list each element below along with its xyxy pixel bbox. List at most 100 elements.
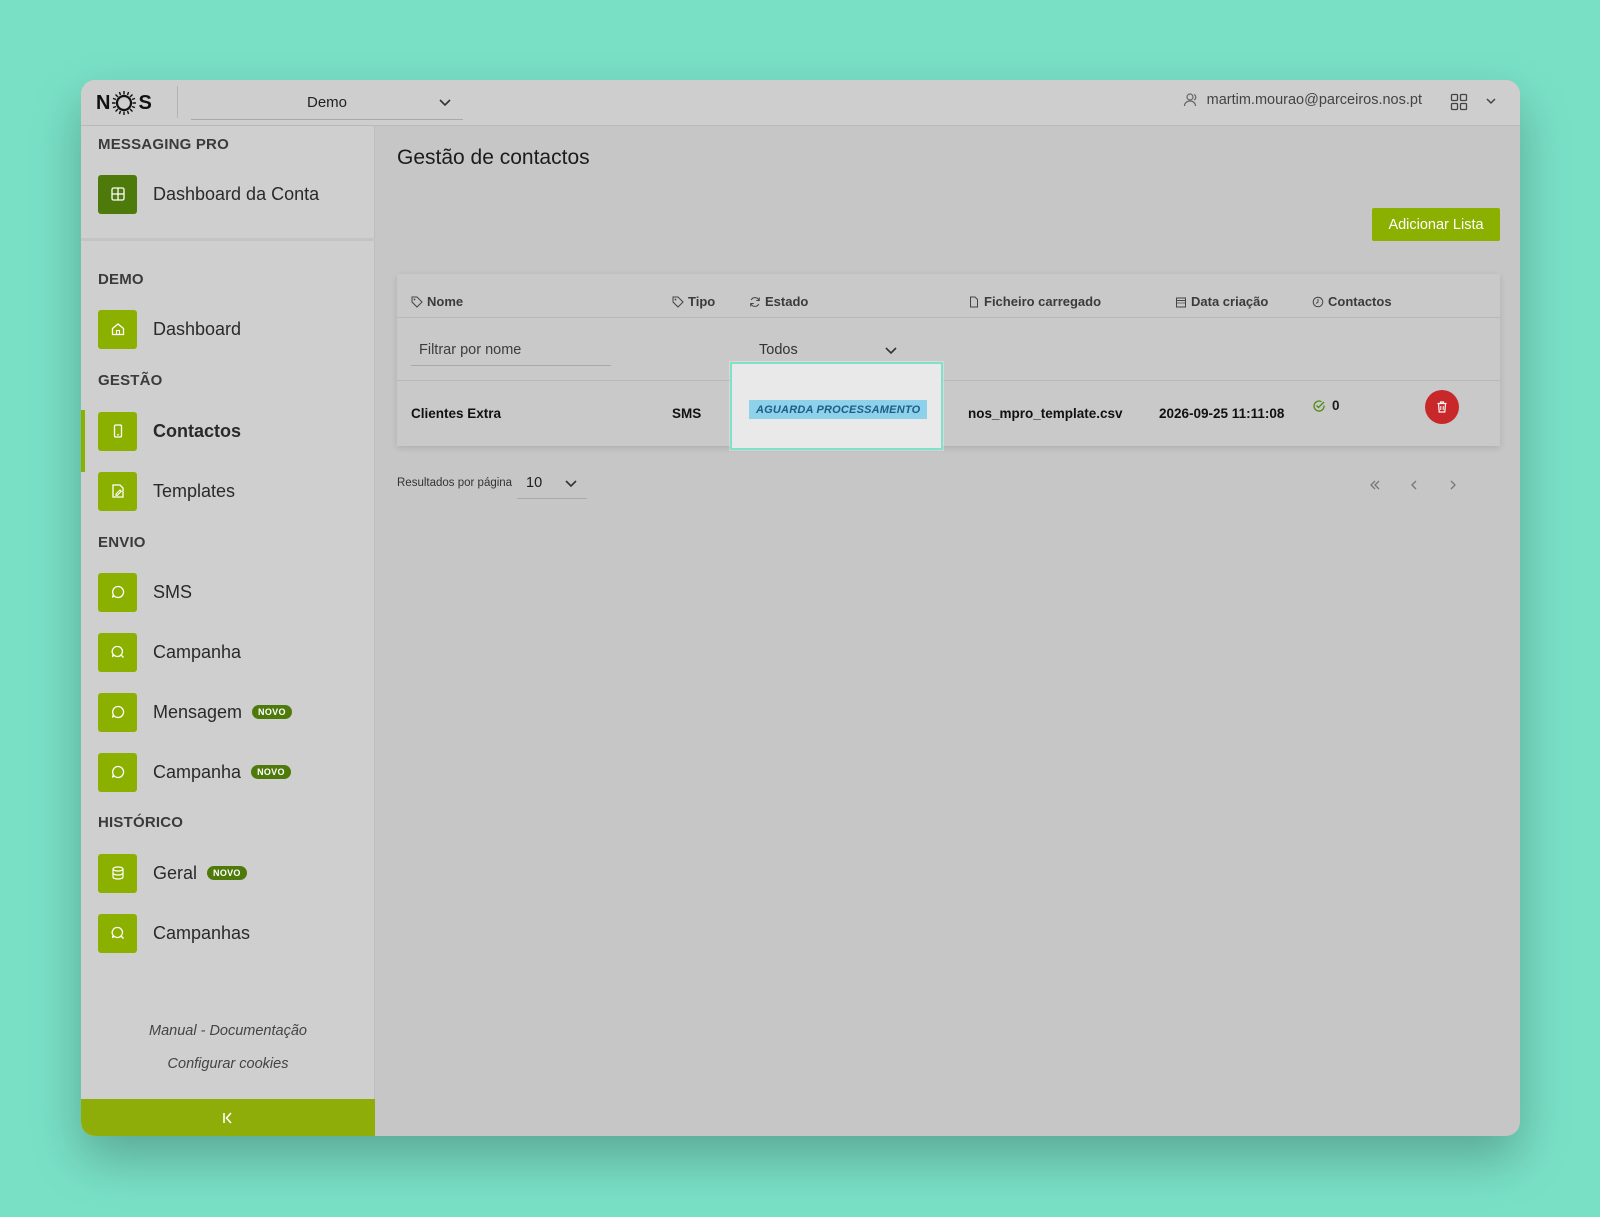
column-header-label: Ficheiro carregado: [984, 294, 1102, 309]
section-title-historico: HISTÓRICO: [98, 814, 184, 831]
logo-letter-n: N: [96, 91, 111, 114]
sidebar-item-contactos[interactable]: Contactos: [98, 411, 241, 451]
section-title-messaging-pro: MESSAGING PRO: [98, 136, 229, 153]
first-page-icon[interactable]: [1366, 476, 1384, 494]
delete-button[interactable]: [1425, 390, 1459, 424]
chevron-down-icon: [439, 99, 451, 107]
column-header-label: Nome: [427, 294, 464, 309]
edit-document-icon: [98, 471, 137, 511]
sidebar: MESSAGING PRO Dashboard da Conta DEMO Da…: [81, 126, 375, 1136]
user-menu[interactable]: martim.mourao@parceiros.nos.pt: [1183, 92, 1422, 108]
sidebar-item-campanha-novo[interactable]: Campanha NOVO: [98, 752, 291, 792]
sidebar-item-label: Dashboard da Conta: [153, 183, 320, 204]
database-icon: [98, 853, 137, 893]
sidebar-item-label: Contactos: [153, 420, 242, 441]
home-icon: [98, 309, 137, 349]
previous-page-icon[interactable]: [1405, 476, 1423, 494]
chevron-down-icon[interactable]: [1484, 94, 1498, 108]
chevron-down-icon: [565, 480, 577, 488]
row-file: nos_mpro_template.csv: [968, 406, 1123, 421]
sidebar-item-templates[interactable]: Templates: [98, 471, 235, 511]
user-icon: [1183, 93, 1196, 107]
sidebar-item-sms[interactable]: SMS: [98, 572, 192, 612]
section-title-envio: ENVIO: [98, 534, 146, 551]
sidebar-item-label: Dashboard: [153, 318, 242, 339]
chevron-down-icon: [885, 347, 897, 355]
status-badge: AGUARDA PROCESSAMENTO: [749, 400, 928, 419]
sidebar-item-mensagem[interactable]: Mensagem NOVO: [98, 692, 292, 732]
apps-grid-icon[interactable]: [1450, 93, 1468, 111]
row-created: 2026-09-25 11:11:08: [1159, 406, 1285, 421]
phone-icon: [98, 411, 137, 451]
sidebar-item-label: Campanha: [153, 761, 242, 782]
sidebar-item-campanha[interactable]: Campanha: [98, 632, 241, 672]
column-header-type[interactable]: Tipo: [672, 294, 715, 309]
section-title-demo: DEMO: [98, 271, 144, 288]
sidebar-item-label: Geral: [153, 862, 198, 883]
new-badge: NOVO: [252, 705, 292, 719]
per-page-value: 10: [526, 474, 543, 491]
next-page-icon[interactable]: [1444, 476, 1462, 494]
app-window: N S Demo martim.mourao@parceiros.nos.pt …: [81, 80, 1520, 1136]
column-header-state[interactable]: Estado: [749, 294, 808, 309]
cookies-link[interactable]: Configurar cookies: [81, 1056, 375, 1072]
calendar-icon: [1176, 297, 1186, 307]
new-badge: NOVO: [251, 765, 291, 779]
column-header-label: Data criação: [1191, 294, 1269, 309]
topbar-divider: [177, 86, 178, 118]
column-header-label: Tipo: [688, 294, 716, 309]
sidebar-item-label: Campanhas: [153, 922, 251, 943]
header-divider: [397, 317, 1500, 318]
row-name: Clientes Extra: [411, 406, 502, 421]
sidebar-item-geral[interactable]: Geral NOVO: [98, 853, 247, 893]
per-page-label: Resultados por página: [397, 477, 513, 489]
manual-link[interactable]: Manual - Documentação: [81, 1023, 375, 1039]
chat-search-icon: [98, 632, 137, 672]
chat-bubble-icon: [98, 752, 137, 792]
sidebar-item-label: Mensagem: [153, 701, 243, 722]
state-filter-value: Todos: [759, 341, 798, 358]
column-header-name[interactable]: Nome: [411, 294, 463, 309]
top-bar: N S Demo martim.mourao@parceiros.nos.pt: [81, 80, 1520, 126]
sidebar-item-label: SMS: [153, 581, 193, 602]
new-badge: NOVO: [207, 866, 247, 880]
grid-icon: [98, 174, 137, 214]
row-contacts: 0: [1312, 398, 1340, 413]
filter-divider: [397, 380, 1500, 381]
active-indicator: [81, 410, 85, 472]
chat-bubble-icon: [98, 572, 137, 612]
logo-sun-icon: [112, 91, 137, 115]
logo-letter-s: S: [138, 91, 152, 114]
filter-name-input[interactable]: [411, 334, 611, 366]
column-header-created[interactable]: Data criação: [1175, 294, 1268, 309]
sidebar-divider: [81, 238, 375, 241]
collapse-sidebar-button[interactable]: [81, 1099, 375, 1136]
add-list-button[interactable]: Adicionar Lista: [1372, 208, 1500, 241]
chat-bubble-icon: [98, 692, 137, 732]
tag-icon: [411, 296, 423, 308]
contacts-table: Nome Tipo Estado Ficheiro carregado Data…: [397, 274, 1500, 450]
trash-icon: [1437, 401, 1447, 413]
chat-search-icon: [98, 913, 137, 953]
sidebar-item-campanhas[interactable]: Campanhas: [98, 913, 250, 953]
sidebar-item-dashboard[interactable]: Dashboard: [98, 309, 241, 349]
workspace-label: Demo: [306, 94, 347, 111]
page-title: Gestão de contactos: [397, 146, 590, 169]
column-header-file[interactable]: Ficheiro carregado: [968, 294, 1101, 309]
user-email: martim.mourao@parceiros.nos.pt: [1206, 92, 1422, 108]
sidebar-item-label: Campanha: [153, 641, 242, 662]
nos-logo[interactable]: N S: [96, 88, 152, 118]
row-type: SMS: [672, 406, 702, 421]
column-header-contacts[interactable]: Contactos: [1312, 294, 1392, 309]
column-header-label: Contactos: [1328, 294, 1392, 309]
collapse-icon: [223, 1111, 232, 1124]
workspace-selector[interactable]: Demo: [191, 86, 463, 120]
refresh-icon: [750, 296, 760, 307]
clock-icon: [1312, 296, 1324, 307]
contacts-count: 0: [1332, 398, 1340, 413]
per-page-select[interactable]: 10: [517, 467, 587, 499]
column-header-label: Estado: [765, 294, 809, 309]
sidebar-item-dashboard-conta[interactable]: Dashboard da Conta: [98, 174, 319, 214]
file-icon: [970, 296, 978, 307]
sidebar-item-label: Templates: [153, 480, 236, 501]
